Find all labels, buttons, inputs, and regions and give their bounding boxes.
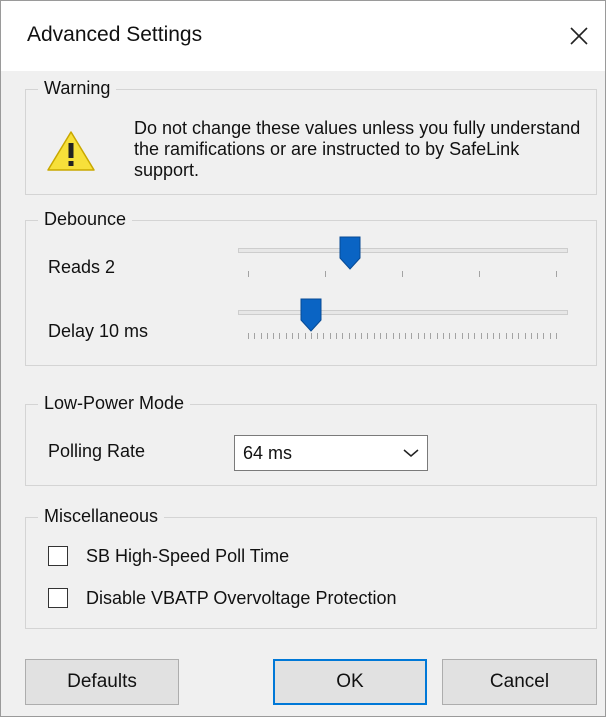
delay-slider-tick (430, 333, 432, 339)
delay-slider-tick (273, 333, 275, 339)
delay-slider-tick (329, 333, 331, 339)
delay-slider-tick (455, 333, 457, 339)
delay-slider-tick (367, 333, 369, 339)
advanced-settings-dialog: Advanced Settings Warning Do not change … (0, 0, 606, 717)
delay-slider-tick (524, 333, 526, 339)
delay-slider-tick (474, 333, 476, 339)
delay-slider-tick (499, 333, 501, 339)
delay-slider-tick (512, 333, 513, 339)
defaults-button[interactable]: Defaults (25, 659, 179, 705)
reads-slider-tick (325, 271, 326, 277)
delay-slider-tick (373, 333, 375, 339)
delay-slider-tick (398, 333, 400, 339)
delay-slider-tick (411, 333, 413, 339)
cancel-button[interactable]: Cancel (442, 659, 597, 705)
delay-slider-tick (342, 333, 344, 339)
delay-slider-tick (292, 333, 293, 339)
delay-slider-tick (354, 333, 356, 339)
delay-slider-tick (336, 333, 337, 339)
ok-button[interactable]: OK (273, 659, 427, 705)
delay-slider-tick (505, 333, 507, 339)
disable-vbatp-checkbox-row[interactable]: Disable VBATP Overvoltage Protection (48, 588, 488, 612)
warning-triangle-icon (47, 131, 95, 171)
delay-slider[interactable] (238, 298, 568, 332)
delay-slider-tick (317, 333, 319, 339)
reads-slider[interactable] (238, 236, 568, 270)
reads-label: Reads 2 (48, 257, 116, 277)
disable-vbatp-checkbox[interactable] (48, 588, 68, 608)
chevron-down-icon (403, 449, 419, 457)
miscellaneous-group: Miscellaneous SB High-Speed Poll Time Di… (25, 506, 597, 629)
delay-slider-tick (323, 333, 325, 339)
delay-slider-thumb[interactable] (300, 298, 322, 332)
warning-group: Warning Do not change these values unles… (25, 78, 597, 195)
delay-slider-tick (392, 333, 394, 339)
delay-slider-tick (543, 333, 545, 339)
delay-slider-tick (254, 333, 256, 339)
delay-slider-tick (537, 333, 539, 339)
delay-slider-tick (260, 333, 262, 339)
disable-vbatp-label: Disable VBATP Overvoltage Protection (86, 588, 397, 608)
delay-slider-tick (449, 333, 451, 339)
miscellaneous-group-title: Miscellaneous (38, 506, 165, 527)
delay-slider-tick (486, 333, 488, 339)
reads-slider-track (238, 248, 568, 253)
delay-slider-tick (266, 333, 268, 339)
delay-slider-tick (285, 333, 287, 339)
delay-slider-tick (248, 333, 249, 339)
delay-slider-track (238, 310, 568, 315)
delay-slider-tick (361, 333, 363, 339)
delay-slider-tick (298, 333, 300, 339)
delay-slider-tick (279, 333, 281, 339)
delay-slider-tick (380, 333, 381, 339)
reads-slider-tick (556, 271, 557, 277)
sb-high-speed-poll-checkbox-row[interactable]: SB High-Speed Poll Time (48, 546, 368, 570)
delay-slider-tick (436, 333, 438, 339)
debounce-group: Debounce Reads 2 Delay 10 ms (25, 209, 597, 366)
close-icon (570, 27, 588, 45)
reads-slider-tick (479, 271, 480, 277)
delay-slider-tick (461, 333, 463, 339)
warning-group-title: Warning (38, 78, 117, 99)
reads-slider-tick (248, 271, 249, 277)
delay-slider-tick (417, 333, 419, 339)
delay-slider-tick (518, 333, 520, 339)
delay-slider-tick (348, 333, 350, 339)
sb-high-speed-poll-label: SB High-Speed Poll Time (86, 546, 290, 566)
dialog-title: Advanced Settings (27, 23, 203, 46)
reads-slider-thumb[interactable] (339, 236, 361, 270)
low-power-group-title: Low-Power Mode (38, 393, 191, 414)
title-bar: Advanced Settings (1, 1, 605, 71)
delay-slider-tick (549, 333, 551, 339)
delay-slider-tick (480, 333, 482, 339)
delay-slider-tick (530, 333, 532, 339)
delay-slider-tick (442, 333, 444, 339)
debounce-group-title: Debounce (38, 209, 133, 230)
delay-slider-tick (310, 333, 312, 339)
polling-rate-label: Polling Rate (48, 441, 146, 461)
low-power-group: Low-Power Mode Polling Rate 64 ms (25, 393, 597, 486)
delay-slider-tick (304, 333, 306, 339)
delay-slider-tick (424, 333, 425, 339)
warning-message: Do not change these values unless you fu… (134, 118, 581, 180)
delay-slider-tick (405, 333, 407, 339)
close-button[interactable] (561, 19, 597, 53)
polling-rate-select[interactable]: 64 ms (234, 435, 428, 471)
delay-slider-tick (468, 333, 469, 339)
reads-slider-tick (402, 271, 403, 277)
polling-rate-value: 64 ms (243, 443, 293, 463)
delay-slider-tick (386, 333, 388, 339)
delay-slider-tick (556, 333, 557, 339)
delay-label: Delay 10 ms (48, 321, 149, 341)
delay-slider-tick (493, 333, 495, 339)
sb-high-speed-poll-checkbox[interactable] (48, 546, 68, 566)
